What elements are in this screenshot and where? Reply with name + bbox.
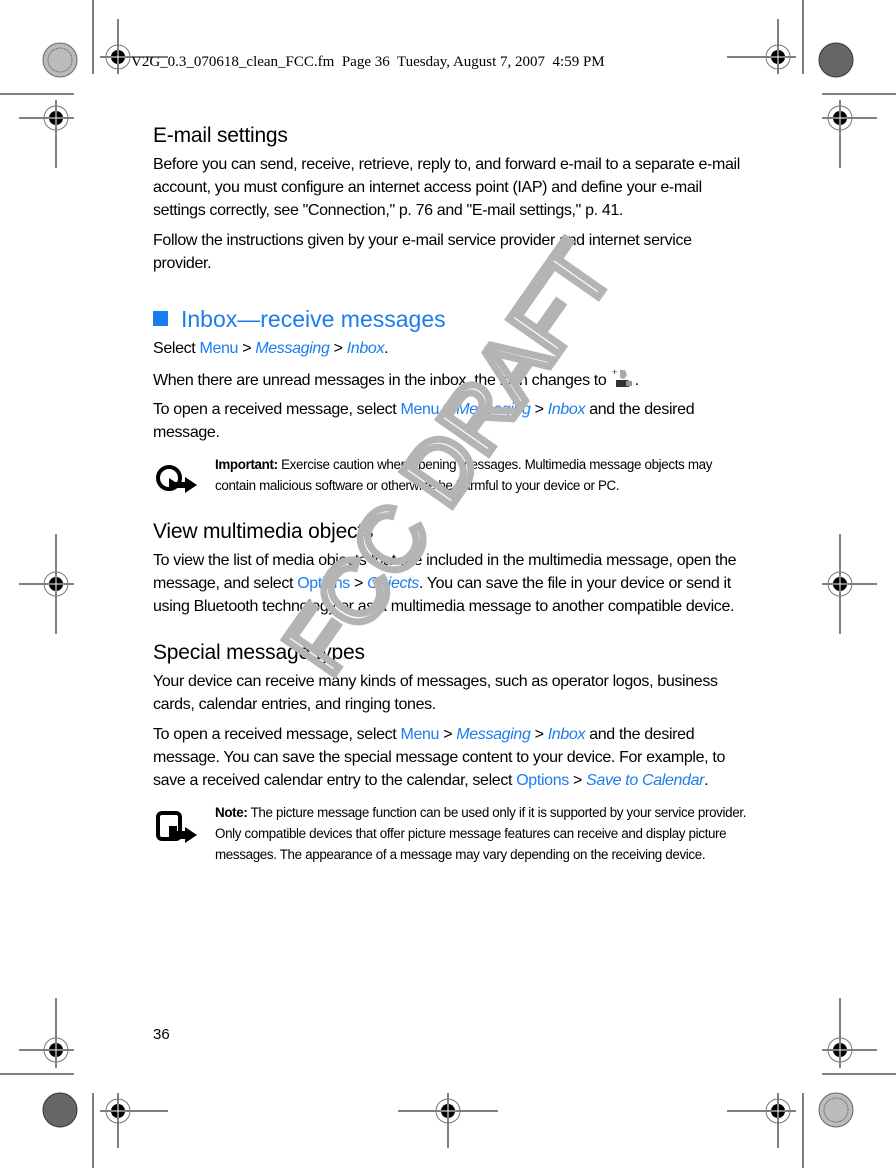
color-target-bottom-left — [42, 1092, 78, 1128]
separator: > — [439, 401, 457, 418]
separator: > — [530, 401, 548, 418]
inbox-heading: Inbox—receive messages — [153, 303, 748, 335]
important-text: Exercise caution when opening messages. … — [215, 457, 713, 493]
print-header: V2G_0.3_070618_clean_FCC.fm Page 36 Tues… — [131, 54, 605, 70]
svg-text:+: + — [612, 367, 617, 377]
email-settings-heading: E-mail settings — [153, 124, 288, 147]
special-section: Special message types Your device can re… — [153, 638, 748, 865]
multimedia-heading: View multimedia objects — [153, 520, 374, 543]
separator: > — [329, 340, 347, 357]
page-content: E-mail settings Before you can send, rec… — [153, 121, 748, 865]
note-icon — [156, 811, 197, 843]
email-settings-section: E-mail settings Before you can send, rec… — [153, 121, 748, 275]
inbox-link[interactable]: Inbox — [548, 726, 586, 743]
separator: > — [349, 575, 368, 592]
special-paragraph-1: Your device can receive many kinds of me… — [153, 673, 718, 713]
note-label: Note: — [215, 805, 248, 820]
save-to-calendar-link[interactable]: Save to Calendar — [586, 772, 704, 789]
inbox-link[interactable]: Inbox — [347, 340, 385, 357]
special-paragraph-2: To open a received message, select Menu … — [153, 723, 748, 792]
inbox-heading-text: Inbox—receive messages — [181, 306, 446, 332]
separator: > — [530, 726, 548, 743]
messaging-link[interactable]: Messaging — [456, 726, 531, 743]
separator: > — [568, 772, 587, 789]
text: To open a received message, select — [153, 726, 401, 743]
separator: > — [238, 340, 256, 357]
email-settings-paragraph-2: Follow the instructions given by your e-… — [153, 232, 692, 272]
page-number: 36 — [153, 1026, 170, 1043]
messaging-link[interactable]: Messaging — [255, 340, 330, 357]
text: . — [384, 340, 389, 357]
text: . — [704, 772, 709, 789]
separator: > — [439, 726, 457, 743]
inbox-path-paragraph: Select Menu > Messaging > Inbox. — [153, 337, 748, 360]
section-square-icon — [153, 311, 168, 326]
new-message-inbox-icon: + — [612, 367, 632, 387]
multimedia-section: View multimedia objects To view the list… — [153, 517, 748, 618]
menu-link[interactable]: Menu — [400, 401, 439, 418]
important-icon — [156, 465, 197, 493]
inbox-section: Inbox—receive messages Select Menu > Mes… — [153, 303, 748, 496]
text: Select — [153, 340, 200, 357]
text: To open a received message, select — [153, 401, 401, 418]
text: . — [634, 372, 639, 389]
messaging-link[interactable]: Messaging — [456, 401, 531, 418]
open-message-paragraph: To open a received message, select Menu … — [153, 398, 748, 444]
color-target-top-right — [818, 42, 854, 78]
menu-link[interactable]: Menu — [199, 340, 238, 357]
inbox-link[interactable]: Inbox — [548, 401, 586, 418]
important-notice: Important: Exercise caution when opening… — [153, 454, 748, 496]
menu-link[interactable]: Menu — [400, 726, 439, 743]
objects-link[interactable]: Objects — [367, 575, 419, 592]
important-label: Important: — [215, 457, 278, 472]
note-notice: Note: The picture message function can b… — [153, 802, 748, 865]
options-link[interactable]: Options — [516, 772, 569, 789]
text: When there are unread messages in the in… — [153, 372, 611, 389]
email-settings-paragraph-1: Before you can send, receive, retrieve, … — [153, 156, 740, 219]
special-heading: Special message types — [153, 641, 365, 664]
unread-paragraph: When there are unread messages in the in… — [153, 367, 748, 392]
note-text: The picture message function can be used… — [215, 805, 747, 862]
multimedia-paragraph: To view the list of media objects that a… — [153, 549, 748, 618]
options-link[interactable]: Options — [297, 575, 350, 592]
